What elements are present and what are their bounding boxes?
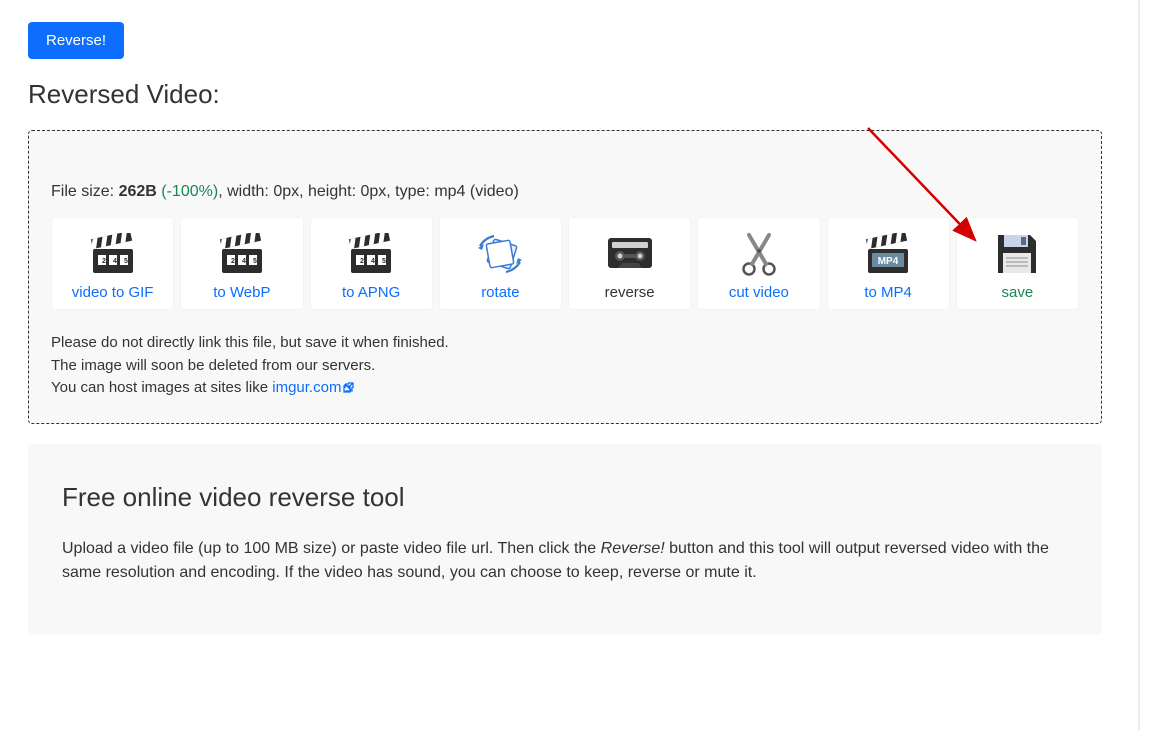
- notice-line-3-prefix: You can host images at sites like: [51, 379, 272, 396]
- section-title: Reversed Video:: [28, 79, 1102, 110]
- clapperboard-icon: 2 4 5: [52, 228, 173, 280]
- imgur-link[interactable]: imgur.com: [272, 379, 354, 396]
- action-cut-video[interactable]: cut video: [697, 217, 820, 310]
- svg-text:4: 4: [242, 258, 246, 265]
- action-save[interactable]: save: [956, 217, 1079, 310]
- svg-text:4: 4: [371, 258, 375, 265]
- action-label: cut video: [698, 284, 819, 301]
- action-video-to-gif[interactable]: 2 4 5 video to GIF: [51, 217, 174, 310]
- external-link-icon: [343, 378, 354, 401]
- clapperboard-mp4-icon: MP4: [828, 228, 949, 280]
- svg-text:5: 5: [124, 258, 128, 265]
- rotate-icon: [440, 228, 561, 280]
- file-size-percent: (-100%): [157, 183, 218, 200]
- info-text-a: Upload a video file (up to 100 MB size) …: [62, 540, 601, 557]
- floppy-disk-icon: [957, 228, 1078, 280]
- svg-text:5: 5: [382, 258, 386, 265]
- action-label: rotate: [440, 284, 561, 301]
- action-to-webp[interactable]: 2 4 5 to WebP: [180, 217, 303, 310]
- cassette-icon: [569, 228, 690, 280]
- notice-text: Please do not directly link this file, b…: [51, 332, 1079, 401]
- info-text-em: Reverse!: [601, 540, 665, 557]
- right-divider: [1138, 0, 1140, 730]
- info-paragraph: Upload a video file (up to 100 MB size) …: [62, 537, 1068, 585]
- file-size-value: 262B: [119, 183, 157, 200]
- output-panel: File size: 262B (-100%), width: 0px, hei…: [28, 130, 1102, 424]
- clapperboard-icon: 2 4 5: [311, 228, 432, 280]
- svg-text:4: 4: [113, 258, 117, 265]
- reverse-button[interactable]: Reverse!: [28, 22, 124, 59]
- info-heading: Free online video reverse tool: [62, 482, 1068, 513]
- notice-line-2: The image will soon be deleted from our …: [51, 355, 1079, 378]
- action-label: video to GIF: [52, 284, 173, 301]
- file-info-text: File size: 262B (-100%), width: 0px, hei…: [51, 183, 1079, 201]
- action-reverse[interactable]: reverse: [568, 217, 691, 310]
- imgur-link-text: imgur.com: [272, 379, 341, 396]
- action-label: to WebP: [181, 284, 302, 301]
- scissors-icon: [698, 228, 819, 280]
- action-to-apng[interactable]: 2 4 5 to APNG: [310, 217, 433, 310]
- action-label: reverse: [569, 284, 690, 301]
- clapperboard-icon: 2 4 5: [181, 228, 302, 280]
- notice-line-1: Please do not directly link this file, b…: [51, 332, 1079, 355]
- action-label: save: [957, 284, 1078, 301]
- svg-text:2: 2: [102, 258, 106, 265]
- file-info-rest: , width: 0px, height: 0px, type: mp4 (vi…: [218, 183, 519, 200]
- action-label: to APNG: [311, 284, 432, 301]
- actions-row: 2 4 5 video to GIF: [51, 217, 1079, 310]
- notice-line-3: You can host images at sites like imgur.…: [51, 377, 1079, 401]
- action-label: to MP4: [828, 284, 949, 301]
- svg-text:2: 2: [360, 258, 364, 265]
- info-panel: Free online video reverse tool Upload a …: [28, 444, 1102, 635]
- file-info-prefix: File size:: [51, 183, 119, 200]
- svg-text:2: 2: [231, 258, 235, 265]
- action-rotate[interactable]: rotate: [439, 217, 562, 310]
- svg-text:MP4: MP4: [878, 256, 899, 267]
- action-to-mp4[interactable]: MP4 to MP4: [827, 217, 950, 310]
- svg-text:5: 5: [253, 258, 257, 265]
